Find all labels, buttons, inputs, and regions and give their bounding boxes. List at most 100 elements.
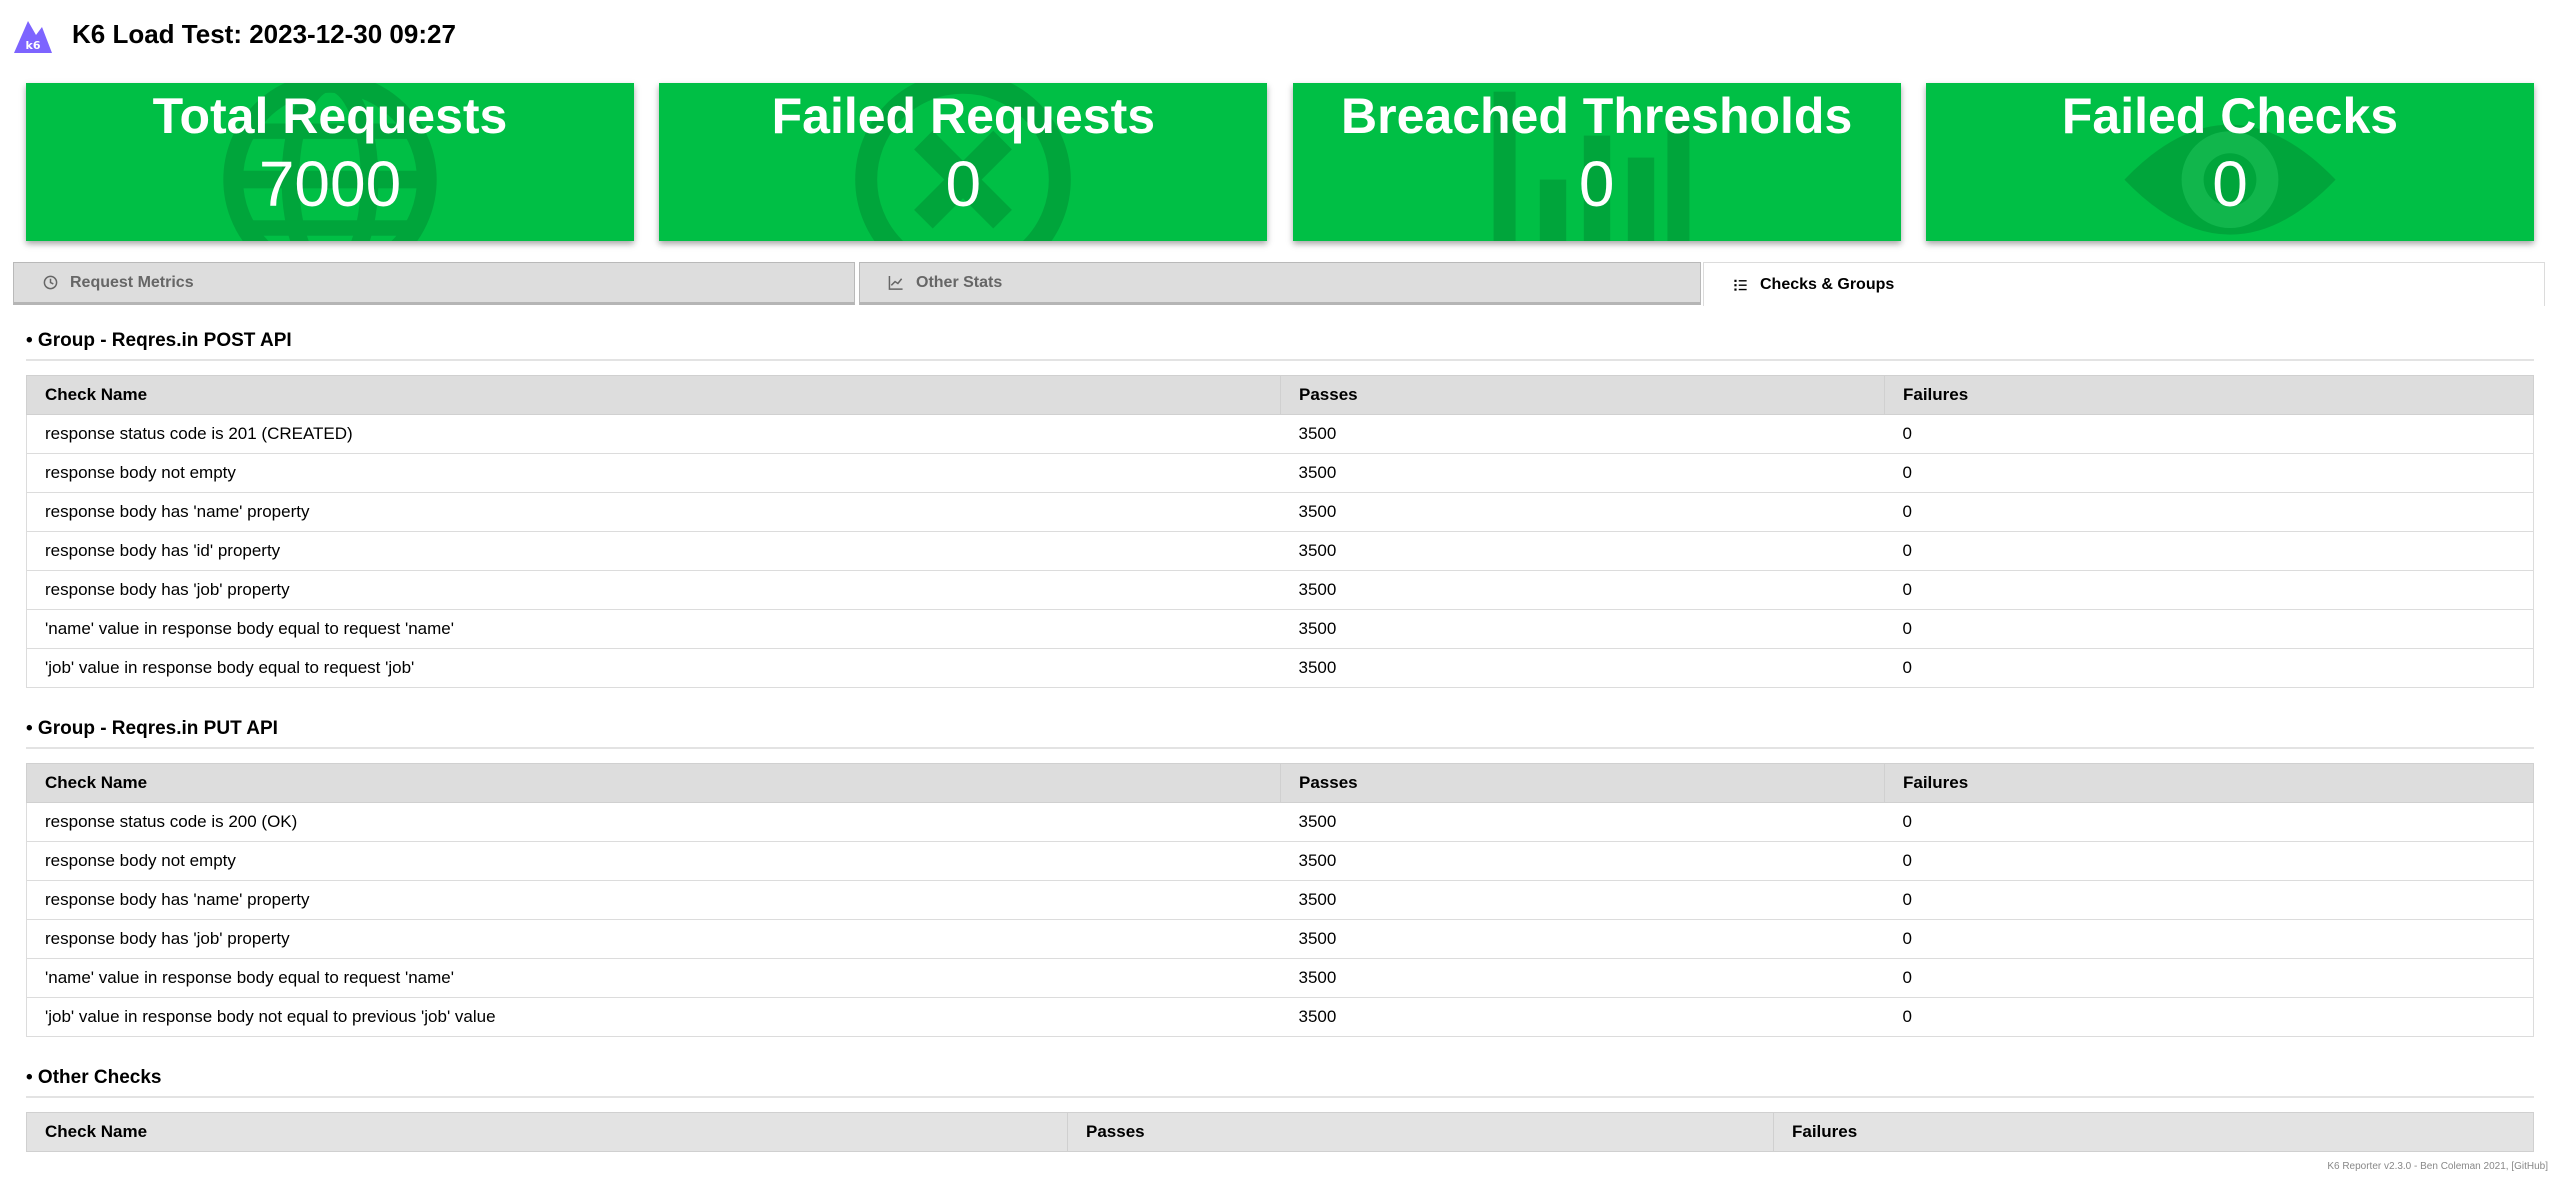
failed-checks-value: 0: [2212, 148, 2248, 220]
table-header-row: Check Name Passes Failures: [26, 763, 2534, 803]
table-row: response body has 'job' property 3500 0: [26, 570, 2534, 610]
group-title-put: • Group - Reqres.in PUT API: [26, 718, 2534, 749]
check-name: response body not empty: [26, 841, 1281, 881]
table-row: response body not empty 3500 0: [26, 841, 2534, 881]
group-title-other: • Other Checks: [26, 1067, 2534, 1098]
group-title-post: • Group - Reqres.in POST API: [26, 330, 2534, 361]
table-row: 'job' value in response body equal to re…: [26, 648, 2534, 688]
check-failures: 0: [1884, 648, 2534, 688]
tab-other-stats[interactable]: Other Stats: [859, 262, 1701, 305]
check-passes: 3500: [1280, 414, 1885, 454]
check-name: 'job' value in response body not equal t…: [26, 997, 1281, 1037]
check-name: 'name' value in response body equal to r…: [26, 958, 1281, 998]
check-failures: 0: [1884, 958, 2534, 998]
check-passes: 3500: [1280, 570, 1885, 610]
table-row: 'job' value in response body not equal t…: [26, 997, 2534, 1037]
check-failures: 0: [1884, 997, 2534, 1037]
col-failures: Failures: [1884, 763, 2534, 803]
check-failures: 0: [1884, 492, 2534, 532]
checks-table-post: Check Name Passes Failures response stat…: [26, 375, 2534, 688]
table-row: response body has 'job' property 3500 0: [26, 919, 2534, 959]
github-link[interactable]: [GitHub]: [2511, 1161, 2548, 1172]
table-header-row: Check Name Passes Failures: [26, 1112, 2534, 1152]
table-row: 'name' value in response body equal to r…: [26, 609, 2534, 649]
check-passes: 3500: [1280, 531, 1885, 571]
check-failures: 0: [1884, 919, 2534, 959]
total-requests-title: Total Requests: [152, 88, 508, 144]
check-passes: 3500: [1280, 648, 1885, 688]
check-passes: 3500: [1280, 958, 1885, 998]
check-failures: 0: [1884, 453, 2534, 493]
breached-thresholds-box: Breached Thresholds 0: [1292, 83, 1901, 241]
check-name: response body has 'name' property: [26, 492, 1281, 532]
tab-label: Request Metrics: [70, 273, 194, 291]
col-failures: Failures: [1884, 375, 2534, 415]
page-title: K6 Load Test: 2023-12-30 09:27: [72, 18, 456, 49]
tab-bar: Request Metrics Other Stats Checks & Gro…: [13, 262, 2545, 306]
failed-checks-title: Failed Checks: [2061, 88, 2399, 144]
summary-boxes: Total Requests 7000 Failed Requests 0 Br…: [26, 83, 2534, 241]
check-failures: 0: [1884, 414, 2534, 454]
check-passes: 3500: [1280, 492, 1885, 532]
breached-thresholds-title: Breached Thresholds: [1341, 88, 1853, 144]
check-failures: 0: [1884, 802, 2534, 842]
table-header-row: Check Name Passes Failures: [26, 375, 2534, 415]
check-passes: 3500: [1280, 880, 1885, 920]
svg-text:k6: k6: [26, 39, 41, 52]
check-name: 'job' value in response body equal to re…: [26, 648, 1281, 688]
check-passes: 3500: [1280, 841, 1885, 881]
total-requests-value: 7000: [258, 148, 402, 220]
table-row: 'name' value in response body equal to r…: [26, 958, 2534, 998]
check-name: response body has 'job' property: [26, 919, 1281, 959]
header: k6 K6 Load Test: 2023-12-30 09:27: [12, 12, 456, 56]
check-name: response body has 'job' property: [26, 570, 1281, 610]
table-row: response body not empty 3500 0: [26, 453, 2534, 493]
clock-icon: [42, 275, 58, 291]
check-failures: 0: [1884, 531, 2534, 571]
check-name: response body not empty: [26, 453, 1281, 493]
footer: K6 Reporter v2.3.0 - Ben Coleman 2021, […: [2327, 1161, 2548, 1172]
table-row: response status code is 201 (CREATED) 350…: [26, 414, 2534, 454]
check-name: response body has 'name' property: [26, 880, 1281, 920]
table-row: response body has 'id' property 3500 0: [26, 531, 2534, 571]
check-name: response status code is 201 (CREATED): [26, 414, 1281, 454]
check-name: response body has 'id' property: [26, 531, 1281, 571]
col-passes: Passes: [1067, 1112, 1774, 1152]
table-row: response body has 'name' property 3500 0: [26, 880, 2534, 920]
checks-content: • Group - Reqres.in POST API Check Name …: [26, 330, 2534, 1182]
check-failures: 0: [1884, 880, 2534, 920]
list-icon: [1732, 277, 1748, 293]
col-passes: Passes: [1280, 375, 1885, 415]
tab-label: Other Stats: [916, 273, 1003, 291]
failed-requests-value: 0: [945, 148, 982, 220]
check-failures: 0: [1884, 841, 2534, 881]
failed-requests-title: Failed Requests: [771, 88, 1156, 144]
check-passes: 3500: [1280, 802, 1885, 842]
total-requests-box: Total Requests 7000: [26, 83, 634, 241]
tab-checks-groups[interactable]: Checks & Groups: [1703, 262, 2545, 306]
breached-thresholds-value: 0: [1578, 148, 1615, 220]
check-passes: 3500: [1280, 997, 1885, 1037]
col-check-name: Check Name: [26, 1112, 1068, 1152]
tab-label: Checks & Groups: [1760, 275, 1895, 293]
failed-checks-box: Failed Checks 0: [1925, 83, 2534, 241]
checks-table-other: Check Name Passes Failures: [26, 1112, 2534, 1152]
tab-request-metrics[interactable]: Request Metrics: [13, 262, 855, 305]
footer-text: K6 Reporter v2.3.0 - Ben Coleman 2021,: [2327, 1161, 2509, 1172]
check-failures: 0: [1884, 570, 2534, 610]
check-passes: 3500: [1280, 609, 1885, 649]
check-passes: 3500: [1280, 453, 1885, 493]
col-check-name: Check Name: [26, 763, 1281, 803]
check-name: 'name' value in response body equal to r…: [26, 609, 1281, 649]
failed-requests-box: Failed Requests 0: [659, 83, 1268, 241]
check-passes: 3500: [1280, 919, 1885, 959]
check-failures: 0: [1884, 609, 2534, 649]
col-passes: Passes: [1280, 763, 1885, 803]
table-row: response body has 'name' property 3500 0: [26, 492, 2534, 532]
check-name: response status code is 200 (OK): [26, 802, 1281, 842]
col-check-name: Check Name: [26, 375, 1281, 415]
chart-line-icon: [888, 275, 904, 291]
k6-logo: k6: [14, 21, 52, 53]
checks-table-put: Check Name Passes Failures response stat…: [26, 763, 2534, 1037]
table-row: response status code is 200 (OK) 3500 0: [26, 802, 2534, 842]
